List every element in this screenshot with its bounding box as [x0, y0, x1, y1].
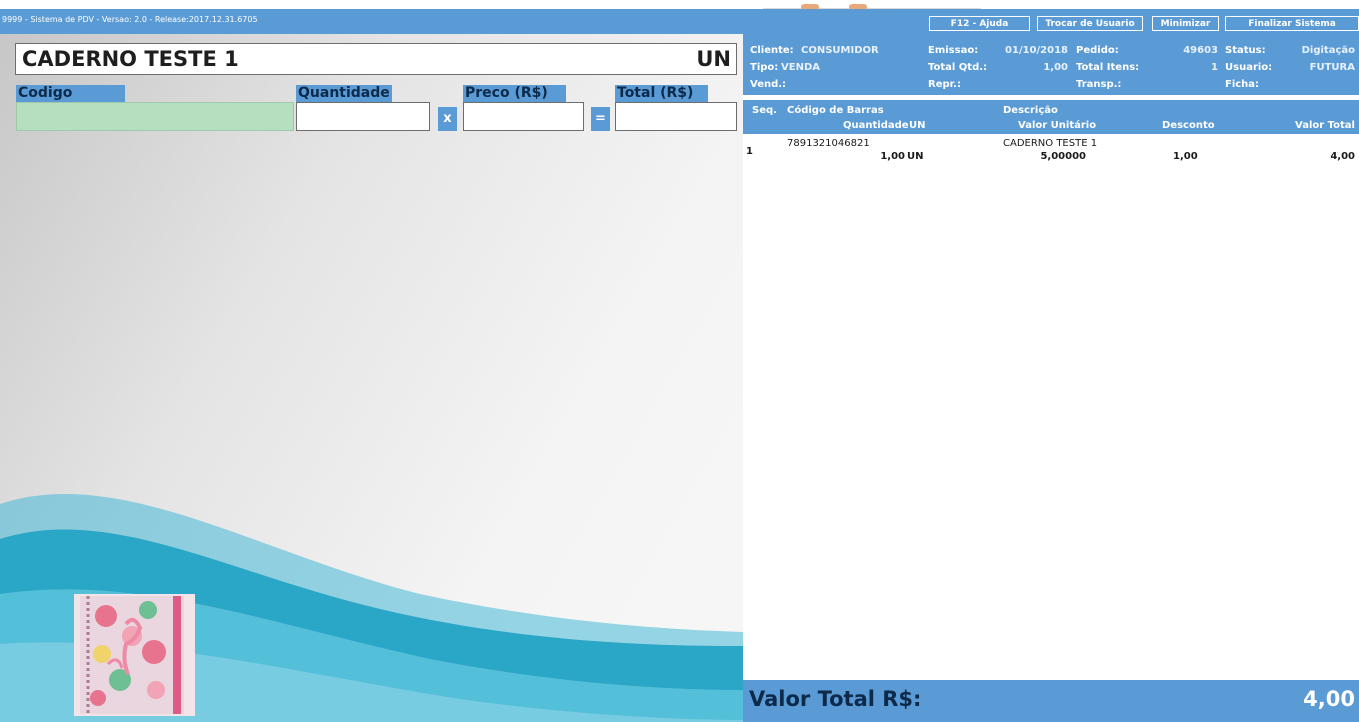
- emissao-label: Emissao:: [928, 45, 979, 56]
- multiply-operator: x: [438, 107, 457, 131]
- quantity-label: Quantidade: [296, 85, 392, 102]
- vendedor-label: Vend.:: [750, 79, 787, 90]
- product-name: CADERNO TESTE 1: [22, 47, 239, 71]
- total-footer: Valor Total R$: 4,00: [743, 680, 1359, 722]
- sale-info-header: Cliente: CONSUMIDOR Tipo: VENDA Vend.: E…: [743, 34, 1359, 97]
- row-quantity: 1,00: [880, 151, 905, 162]
- exit-system-button[interactable]: Finalizar Sistema: [1225, 16, 1359, 31]
- status-label: Status:: [1225, 45, 1266, 56]
- minimize-button[interactable]: Minimizar: [1152, 16, 1219, 31]
- col-barcode: Código de Barras: [787, 105, 884, 116]
- pedido-value: 49603: [1183, 45, 1218, 56]
- help-button[interactable]: F12 - Ajuda: [929, 16, 1030, 31]
- tipo-value: VENDA: [781, 62, 820, 73]
- total-itens-label: Total Itens:: [1076, 62, 1140, 73]
- total-input[interactable]: [615, 102, 737, 131]
- status-value: Digitação: [1301, 45, 1355, 56]
- row-barcode: 7891321046821: [787, 138, 870, 149]
- row-unit-price: 5,00000: [1040, 151, 1086, 162]
- col-total: Valor Total: [1295, 120, 1355, 131]
- quantity-input[interactable]: [296, 102, 430, 131]
- total-qtd-value: 1,00: [1043, 62, 1068, 73]
- cliente-label: Cliente:: [750, 45, 794, 56]
- pedido-label: Pedido:: [1076, 45, 1119, 56]
- code-label: Codigo: [16, 85, 125, 102]
- items-grid-header: Seq. Código de Barras Descrição Quantida…: [743, 100, 1359, 134]
- app-title: 9999 - Sistema de PDV - Versao: 2.0 - Re…: [2, 15, 258, 24]
- total-itens-value: 1: [1211, 62, 1218, 73]
- row-unit: UN: [907, 151, 924, 162]
- ficha-label: Ficha:: [1225, 79, 1260, 90]
- product-entry-panel: CADERNO TESTE 1 UN Codigo Quantidade Pre…: [0, 34, 743, 722]
- total-label: Total (R$): [615, 85, 708, 102]
- col-quantity: Quantidade: [843, 120, 909, 131]
- col-description: Descrição: [1003, 105, 1058, 116]
- price-label: Preco (R$): [463, 85, 566, 102]
- row-total: 4,00: [1330, 151, 1355, 162]
- col-discount: Desconto: [1162, 120, 1215, 131]
- cliente-value: CONSUMIDOR: [801, 45, 879, 56]
- product-name-display: CADERNO TESTE 1 UN: [15, 43, 737, 75]
- usuario-value: FUTURA: [1309, 62, 1355, 73]
- price-input[interactable]: [463, 102, 584, 131]
- col-unit-price: Valor Unitário: [1018, 120, 1097, 131]
- title-bar-top-strip: [0, 0, 1359, 9]
- product-image: [74, 594, 195, 716]
- code-input[interactable]: [16, 102, 294, 131]
- switch-user-button[interactable]: Trocar de Usuario: [1037, 16, 1143, 31]
- emissao-value: 01/10/2018: [1005, 45, 1068, 56]
- col-unit: UN: [909, 120, 926, 131]
- repr-label: Repr.:: [928, 79, 961, 90]
- tipo-label: Tipo:: [750, 62, 779, 73]
- product-unit: UN: [696, 47, 731, 71]
- title-bar: 9999 - Sistema de PDV - Versao: 2.0 - Re…: [0, 0, 1359, 34]
- total-qtd-label: Total Qtd.:: [928, 62, 988, 73]
- row-description: CADERNO TESTE 1: [1003, 138, 1098, 149]
- notebook-cover-illustration: [74, 594, 195, 716]
- equals-operator: =: [591, 107, 610, 131]
- grand-total-value: 4,00: [1303, 687, 1355, 711]
- grand-total-label: Valor Total R$:: [749, 687, 922, 711]
- row-seq: 1: [746, 146, 753, 157]
- row-discount: 1,00: [1173, 151, 1198, 162]
- transp-label: Transp.:: [1076, 79, 1122, 90]
- col-seq: Seq.: [752, 105, 777, 116]
- sale-panel: Cliente: CONSUMIDOR Tipo: VENDA Vend.: E…: [743, 34, 1359, 722]
- usuario-label: Usuario:: [1225, 62, 1273, 73]
